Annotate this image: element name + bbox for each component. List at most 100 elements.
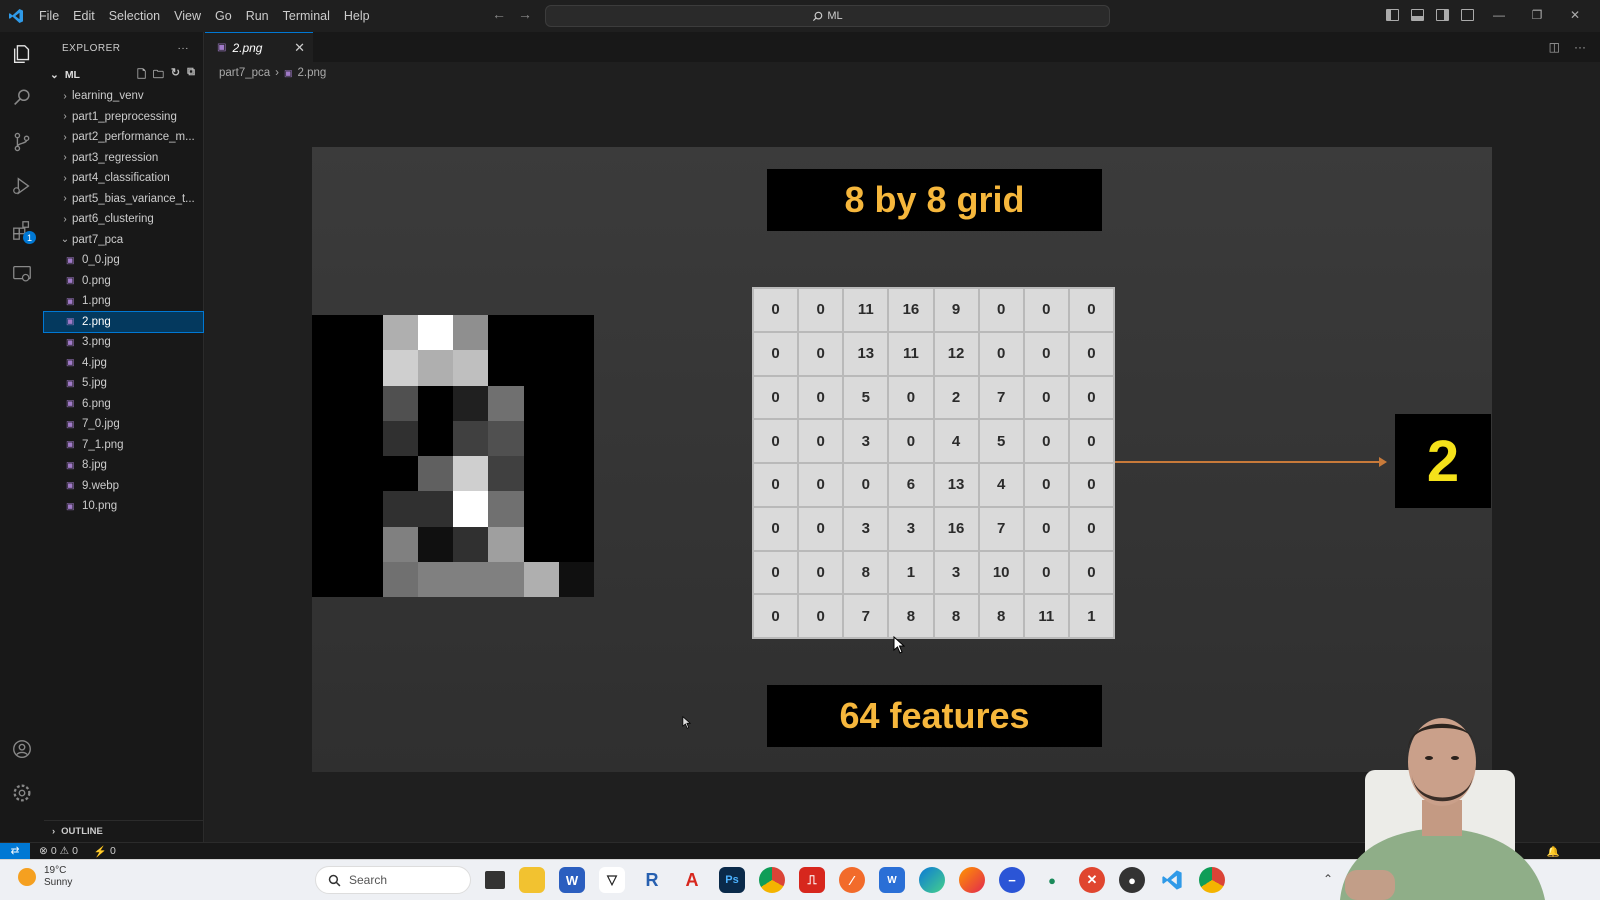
- menu-view[interactable]: View: [167, 9, 208, 23]
- file-item[interactable]: ▣ 9.webp: [44, 476, 203, 497]
- more-actions-icon[interactable]: ···: [178, 43, 190, 54]
- photoshop-icon[interactable]: Ps: [719, 867, 745, 893]
- image-file-icon: ▣: [66, 500, 75, 511]
- breadcrumb-folder[interactable]: part7_pca: [219, 67, 270, 79]
- folder-item[interactable]: › part6_clustering: [44, 209, 203, 230]
- menu-terminal[interactable]: Terminal: [276, 9, 337, 23]
- forward-arrow-icon[interactable]: →: [518, 6, 532, 22]
- toggle-secondary-sidebar-icon[interactable]: [1436, 9, 1449, 21]
- folder-item-open[interactable]: ⌄ part7_pca: [44, 230, 203, 251]
- slide-title: 8 by 8 grid: [767, 169, 1102, 231]
- file-item[interactable]: ▣ 0.png: [44, 271, 203, 292]
- pin-app-icon[interactable]: ●: [1039, 867, 1065, 893]
- menu-edit[interactable]: Edit: [66, 9, 102, 23]
- minimize-icon[interactable]: —: [1486, 8, 1512, 22]
- search-icon[interactable]: [10, 86, 34, 110]
- command-search-box[interactable]: ML: [545, 5, 1110, 27]
- grid-cell: 6: [888, 463, 934, 507]
- file-item[interactable]: ▣ 6.png: [44, 394, 203, 415]
- folder-item[interactable]: › part2_performance_m...: [44, 127, 203, 148]
- file-item[interactable]: ▣ 7_0.jpg: [44, 414, 203, 435]
- file-item[interactable]: ▣ 0_0.jpg: [44, 250, 203, 271]
- restore-icon[interactable]: ❐: [1524, 8, 1550, 22]
- word-icon[interactable]: W: [559, 867, 585, 893]
- account-icon[interactable]: [10, 737, 34, 761]
- file-item[interactable]: ▣ 10.png: [44, 496, 203, 517]
- chrome-icon[interactable]: [759, 867, 785, 893]
- file-item[interactable]: ▣ 2.png: [43, 310, 204, 333]
- file-item[interactable]: ▣ 3.png: [44, 332, 203, 353]
- grid-cell: 3: [888, 506, 934, 551]
- vscode-taskbar-icon[interactable]: [1159, 867, 1185, 893]
- vivaldi-icon[interactable]: ▽: [599, 867, 625, 893]
- dark-app-icon[interactable]: ●: [1119, 867, 1145, 893]
- close-window-icon[interactable]: ✕: [1562, 8, 1588, 22]
- problems-indicator[interactable]: ⊗ 0 ⚠ 0: [39, 845, 78, 857]
- extensions-icon[interactable]: 1: [10, 218, 36, 244]
- ports-indicator[interactable]: ⚡ 0: [94, 845, 116, 858]
- blue-app-icon[interactable]: W: [879, 867, 905, 893]
- new-folder-icon[interactable]: 🗀: [153, 66, 164, 85]
- grid-cell: 0: [753, 375, 799, 420]
- blue-circle-app-icon[interactable]: −: [999, 867, 1025, 893]
- menu-go[interactable]: Go: [208, 9, 239, 23]
- grid-cell: 10: [978, 550, 1024, 595]
- split-editor-icon[interactable]: ◫: [1549, 40, 1560, 54]
- image-file-icon: ▣: [66, 295, 75, 306]
- customize-layout-icon[interactable]: [1461, 9, 1474, 21]
- folder-item[interactable]: › part3_regression: [44, 148, 203, 169]
- firefox-icon[interactable]: [959, 867, 985, 893]
- orange-app-icon[interactable]: ⁄: [839, 867, 865, 893]
- menu-selection[interactable]: Selection: [102, 9, 167, 23]
- refresh-icon[interactable]: ↻: [171, 66, 180, 85]
- menu-file[interactable]: File: [32, 9, 66, 23]
- r-app-icon[interactable]: R: [639, 867, 665, 893]
- folder-item[interactable]: › part4_classification: [44, 168, 203, 189]
- source-control-icon[interactable]: [10, 130, 34, 154]
- folder-item[interactable]: › learning_venv: [44, 86, 203, 107]
- run-debug-icon[interactable]: [10, 174, 34, 198]
- acrobat-icon[interactable]: A: [679, 867, 705, 893]
- menu-help[interactable]: Help: [337, 9, 377, 23]
- back-arrow-icon[interactable]: ←: [492, 6, 506, 22]
- red-app-icon[interactable]: ✕: [1079, 867, 1105, 893]
- ports-count: 0: [110, 844, 116, 857]
- grid-cell: 3: [843, 419, 889, 463]
- breadcrumb-file[interactable]: 2.png: [298, 67, 327, 79]
- windows-start-icon[interactable]: [277, 868, 301, 892]
- file-item[interactable]: ▣ 7_1.png: [44, 435, 203, 456]
- menu-run[interactable]: Run: [239, 9, 276, 23]
- file-item[interactable]: ▣ 5.jpg: [44, 373, 203, 394]
- weather-widget[interactable]: 19°C Sunny: [18, 865, 72, 889]
- pixel-cell: [382, 491, 418, 527]
- new-file-icon[interactable]: 🗋: [137, 66, 146, 85]
- toggle-panel-icon[interactable]: [1411, 9, 1424, 21]
- toggle-sidebar-icon[interactable]: [1386, 9, 1399, 21]
- remote-indicator-icon[interactable]: ⇄: [0, 842, 30, 860]
- workspace-root[interactable]: ⌄ ML 🗋 🗀 ↻ ⧉: [44, 64, 203, 86]
- settings-gear-icon[interactable]: [10, 781, 34, 805]
- warning-icon: ⚠: [59, 845, 70, 857]
- folder-item[interactable]: › part5_bias_variance_t...: [44, 189, 203, 210]
- pdf-reader-icon[interactable]: ⎍: [799, 867, 825, 893]
- image-file-icon: ▣: [66, 336, 75, 347]
- file-item[interactable]: ▣ 4.jpg: [44, 353, 203, 374]
- taskbar-search[interactable]: Search: [315, 866, 471, 894]
- remote-explorer-icon[interactable]: [10, 262, 34, 286]
- file-explorer-icon[interactable]: [519, 867, 545, 893]
- collapse-all-icon[interactable]: ⧉: [187, 66, 195, 85]
- pixel-cell: [558, 456, 594, 492]
- folder-item[interactable]: › part1_preprocessing: [44, 107, 203, 128]
- folder-label: part6_clustering: [72, 213, 154, 226]
- file-item[interactable]: ▣ 1.png: [44, 291, 203, 312]
- outline-section[interactable]: › OUTLINE: [44, 820, 204, 842]
- chrome-profile-icon[interactable]: [1199, 867, 1225, 893]
- editor-tab-2-png[interactable]: ▣ 2.png ✕: [205, 32, 313, 62]
- file-item[interactable]: ▣ 8.jpg: [44, 455, 203, 476]
- close-tab-icon[interactable]: ✕: [294, 40, 305, 56]
- search-icon: [328, 874, 341, 886]
- more-editor-actions-icon[interactable]: ···: [1574, 40, 1586, 54]
- task-view-icon[interactable]: [485, 871, 505, 889]
- explorer-icon[interactable]: [10, 42, 34, 66]
- edge-icon[interactable]: [919, 867, 945, 893]
